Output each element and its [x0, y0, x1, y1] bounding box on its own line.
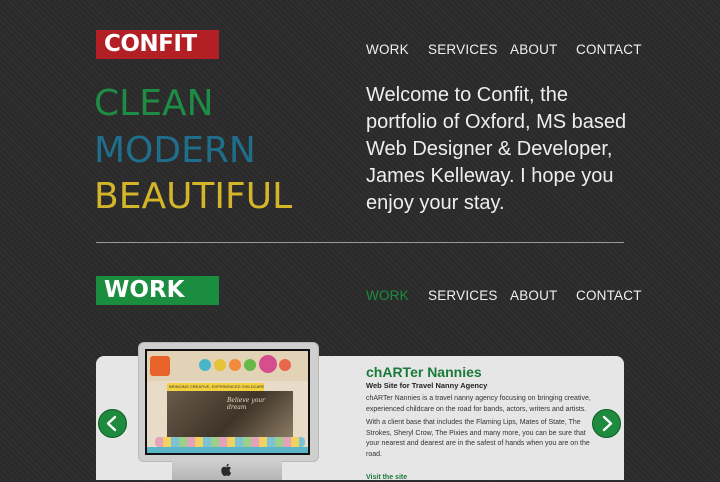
- section-nav: WORK SERVICES ABOUT CONTACT: [366, 288, 641, 306]
- tagline-clean: CLEAN: [94, 83, 214, 124]
- left-arrow-icon: [106, 415, 117, 432]
- section-nav-work-active[interactable]: WORK: [366, 288, 409, 303]
- section-nav-contact[interactable]: CONTACT: [576, 288, 642, 303]
- project-description: chARTer Nannies is a travel nanny agency…: [366, 394, 592, 463]
- tagline-beautiful: BEAUTIFUL: [94, 176, 293, 217]
- main-nav: WORK SERVICES ABOUT CONTACT: [366, 42, 641, 60]
- screenshot-nav-dot: [244, 359, 256, 371]
- screenshot-nav-dot: [279, 359, 291, 371]
- nav-about[interactable]: ABOUT: [510, 42, 558, 57]
- section-nav-services[interactable]: SERVICES: [428, 288, 498, 303]
- intro-text: Welcome to Confit, the portfolio of Oxfo…: [366, 84, 627, 214]
- section-divider: [96, 242, 624, 243]
- screenshot-banner: BRINGING CREATIVE, EXPERIENCED CHILDCARE: [167, 383, 264, 391]
- project-description-paragraph: chARTer Nannies is a travel nanny agency…: [366, 395, 591, 413]
- apple-logo-icon: [221, 463, 233, 477]
- screenshot-nav-dot: [214, 359, 226, 371]
- project-subtitle: Web Site for Travel Nanny Agency: [366, 381, 488, 390]
- screenshot-dots: [155, 437, 305, 447]
- screenshot-logo: [150, 356, 170, 376]
- nav-services[interactable]: SERVICES: [428, 42, 498, 57]
- prev-slide-button[interactable]: [98, 409, 127, 438]
- nav-work[interactable]: WORK: [366, 42, 409, 57]
- site-logo[interactable]: CONFIT: [96, 30, 219, 59]
- screenshot-nav-dot: [199, 359, 211, 371]
- project-title: chARTer Nannies: [366, 364, 482, 380]
- project-screenshot: BRINGING CREATIVE, EXPERIENCED CHILDCARE…: [147, 351, 308, 453]
- next-slide-button[interactable]: [592, 409, 621, 438]
- tagline-modern: MODERN: [94, 130, 256, 171]
- section-nav-about[interactable]: ABOUT: [510, 288, 558, 303]
- screenshot-script: Believe your dream: [227, 397, 265, 411]
- nav-contact[interactable]: CONTACT: [576, 42, 642, 57]
- work-section-title: WORK: [96, 276, 219, 305]
- project-description-paragraph: With a client base that includes the Fla…: [366, 419, 590, 458]
- screenshot-footer: [147, 447, 308, 453]
- monitor-screen: BRINGING CREATIVE, EXPERIENCED CHILDCARE…: [145, 349, 310, 455]
- screenshot-nav-dot: [259, 355, 277, 373]
- monitor-mockup: BRINGING CREATIVE, EXPERIENCED CHILDCARE…: [138, 342, 319, 462]
- right-arrow-icon: [602, 415, 613, 432]
- screenshot-nav-dot: [229, 359, 241, 371]
